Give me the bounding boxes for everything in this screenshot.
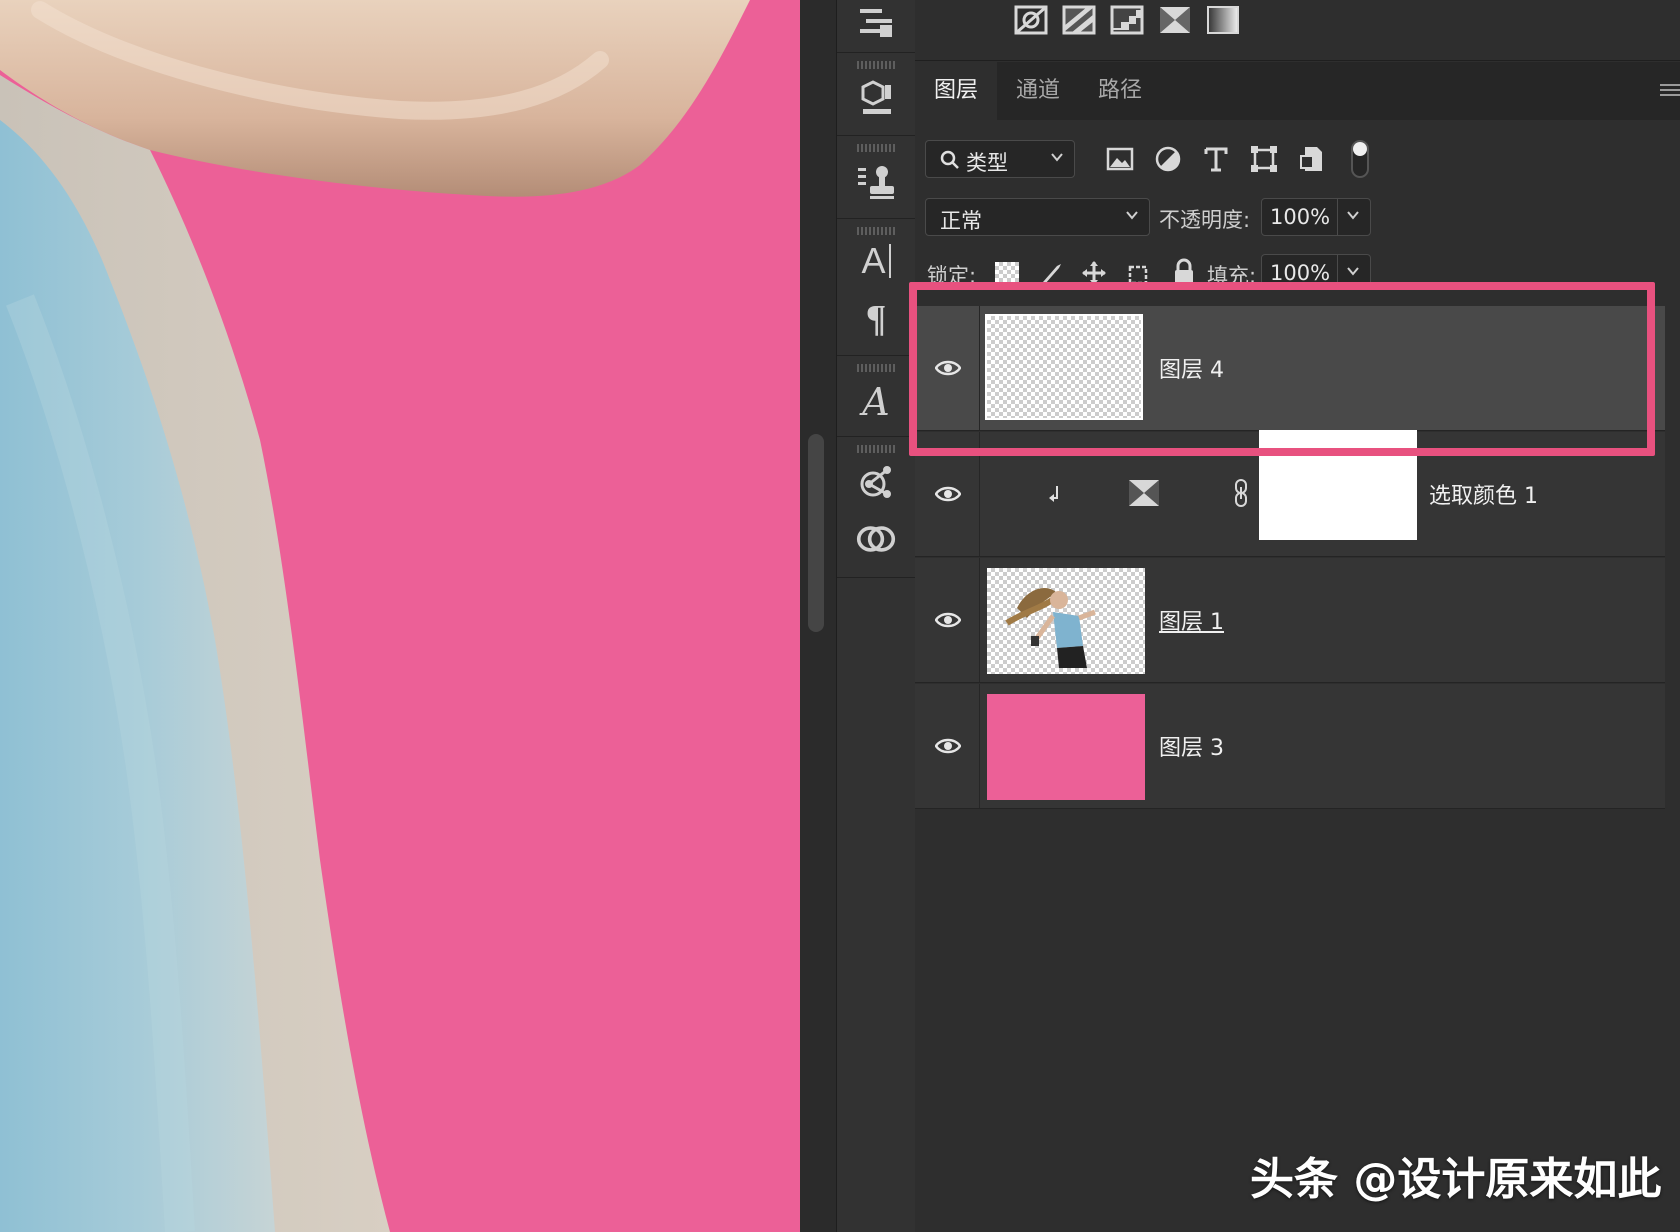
panel-dock-strip: A ¶ A (836, 0, 916, 1232)
visibility-toggle[interactable] (915, 684, 980, 808)
channel-mixer-icon[interactable] (1157, 4, 1193, 36)
exposure-icon[interactable] (1013, 4, 1049, 36)
eye-icon (935, 738, 961, 754)
strip-grip[interactable] (857, 364, 895, 372)
properties-icon[interactable] (856, 2, 896, 42)
document-canvas[interactable] (0, 0, 800, 1232)
fill-value: 100% (1270, 261, 1331, 285)
dancer-photo-thumbnail (1005, 588, 1096, 668)
layer-row[interactable]: 图层 1 (915, 558, 1665, 683)
eye-icon (935, 360, 961, 376)
layer-mask-thumbnail[interactable] (1259, 430, 1417, 540)
layer-name[interactable]: 图层 4 (1159, 352, 1224, 384)
creative-cloud-icon[interactable] (856, 519, 896, 559)
canvas-scroll-thumb[interactable] (808, 434, 824, 632)
layer-name[interactable]: 选取颜色 1 (1429, 478, 1538, 510)
layer-row[interactable]: 图层 4 (915, 306, 1665, 431)
paragraph-icon[interactable]: ¶ (856, 298, 896, 340)
strip-group-clone (837, 136, 915, 219)
layer-thumbnail[interactable] (987, 568, 1145, 674)
layer-row[interactable]: 选取颜色 1 (915, 430, 1665, 557)
layer-row[interactable]: 图层 3 (915, 684, 1665, 809)
posterize-icon[interactable] (1109, 4, 1145, 36)
lock-all-icon[interactable] (1171, 258, 1197, 286)
strip-group-glyphs: A (837, 356, 915, 437)
blend-mode-value: 正常 (940, 209, 982, 233)
panel-tabs: 图层 通道 路径 (915, 62, 1680, 120)
lock-transparency-icon[interactable] (995, 262, 1019, 286)
tab-channels[interactable]: 通道 (997, 62, 1079, 120)
clone-source-icon[interactable] (856, 162, 896, 202)
chevron-down-icon (1347, 211, 1359, 220)
eye-icon (935, 612, 961, 628)
character-icon[interactable]: A (856, 240, 896, 281)
image-filter-icon[interactable] (1103, 142, 1137, 176)
adjustments-icon-row (915, 0, 1680, 61)
link-icon[interactable] (1233, 478, 1249, 508)
layer-name[interactable]: 图层 1 (1159, 604, 1224, 636)
strip-group-properties (837, 0, 915, 53)
filter-kind-label: 类型 (966, 151, 1008, 175)
visibility-toggle[interactable] (915, 306, 980, 430)
lock-row: 锁定: 填充: 100% (915, 252, 1680, 288)
visibility-toggle[interactable] (915, 432, 980, 556)
tab-paths[interactable]: 路径 (1079, 62, 1161, 120)
search-icon (940, 150, 959, 169)
panel-menu-icon[interactable] (1660, 84, 1680, 98)
strip-grip[interactable] (857, 144, 895, 152)
glyphs-icon[interactable]: A (856, 380, 896, 424)
selective-color-icon[interactable] (1127, 478, 1161, 508)
filter-toggle[interactable] (1351, 140, 1369, 178)
strip-grip[interactable] (857, 61, 895, 69)
visibility-toggle[interactable] (915, 558, 980, 682)
blend-mode-dropdown[interactable]: 正常 (925, 198, 1150, 236)
opacity-input[interactable]: 100% (1261, 198, 1371, 236)
opacity-value: 100% (1270, 205, 1331, 229)
strip-group-share (837, 437, 915, 578)
lock-position-icon[interactable] (1081, 260, 1107, 286)
shape-filter-icon[interactable] (1247, 142, 1281, 176)
chevron-down-icon (1347, 267, 1359, 276)
clipping-arrow-icon (1049, 486, 1058, 502)
3d-icon[interactable] (856, 79, 896, 119)
filter-kind-dropdown[interactable]: 类型 (925, 140, 1075, 178)
layer-thumbnail[interactable] (985, 314, 1143, 420)
fill-input[interactable]: 100% (1261, 254, 1371, 288)
type-filter-icon[interactable] (1199, 142, 1233, 176)
strip-group-3d (837, 53, 915, 136)
gradient-fill-icon[interactable] (1205, 4, 1241, 36)
eye-icon (935, 486, 961, 502)
fill-label: 填充: (1207, 264, 1257, 288)
lock-label: 锁定: (927, 264, 977, 288)
share-icon[interactable] (856, 463, 896, 503)
strip-grip[interactable] (857, 227, 895, 235)
chevron-down-icon (1126, 211, 1138, 220)
layer-name[interactable]: 图层 3 (1159, 730, 1224, 762)
strip-grip[interactable] (857, 445, 895, 453)
layers-panel: 图层 通道 路径 类型 正常 不透明度: 100% 锁定: 填充: 100% 图… (915, 0, 1680, 1232)
canvas-photo (0, 0, 750, 1232)
opacity-label: 不透明度: (1159, 208, 1251, 232)
lock-pixels-icon[interactable] (1039, 260, 1065, 286)
chevron-down-icon (1051, 153, 1063, 162)
adjustment-filter-icon[interactable] (1151, 142, 1185, 176)
gradient-map-icon[interactable] (1061, 4, 1097, 36)
layer-thumbnail[interactable] (987, 694, 1145, 800)
smart-object-filter-icon[interactable] (1295, 142, 1329, 176)
watermark: 头条 @设计原来如此 (1250, 1154, 1662, 1205)
strip-group-type: A ¶ (837, 219, 915, 356)
lock-artboard-icon[interactable] (1125, 260, 1151, 286)
tab-layers[interactable]: 图层 (915, 62, 997, 120)
